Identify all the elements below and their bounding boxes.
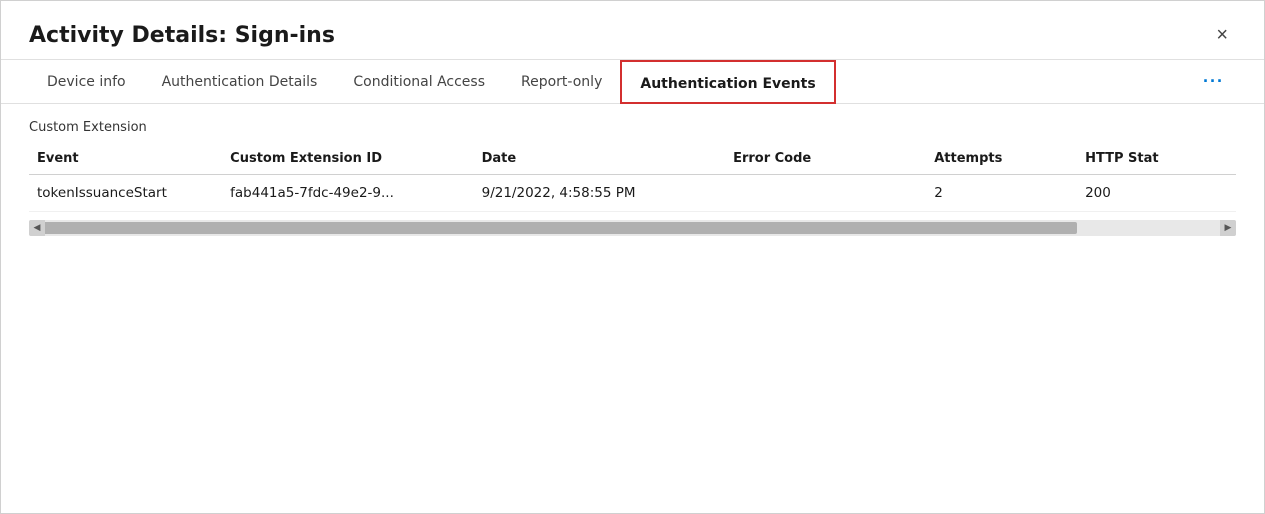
- cell-error-code: [733, 175, 934, 212]
- col-header-error-code: Error Code: [733, 145, 934, 175]
- col-header-event: Event: [29, 145, 230, 175]
- tab-content: Custom Extension Event Custom Extension …: [1, 104, 1264, 513]
- tabs-bar: Device info Authentication Details Condi…: [1, 60, 1264, 104]
- scroll-right-arrow[interactable]: ▶: [1220, 220, 1236, 236]
- cell-attempts: 2: [934, 175, 1085, 212]
- dialog-header: Activity Details: Sign-ins ×: [1, 1, 1264, 60]
- col-header-attempts: Attempts: [934, 145, 1085, 175]
- tab-report-only[interactable]: Report-only: [503, 60, 620, 104]
- scrollbar-track[interactable]: ◀ ▶: [29, 220, 1236, 236]
- scroll-left-arrow[interactable]: ◀: [29, 220, 45, 236]
- tab-conditional-access[interactable]: Conditional Access: [335, 60, 503, 104]
- cell-ext-id: fab441a5-7fdc-49e2-9...: [230, 175, 481, 212]
- tab-auth-events[interactable]: Authentication Events: [620, 60, 835, 104]
- col-header-date: Date: [482, 145, 733, 175]
- cell-event: tokenIssuanceStart: [29, 175, 230, 212]
- horizontal-scrollbar[interactable]: ◀ ▶: [29, 220, 1236, 236]
- activity-details-dialog: Activity Details: Sign-ins × Device info…: [0, 0, 1265, 514]
- events-table: Event Custom Extension ID Date Error Cod…: [29, 145, 1236, 212]
- cell-http-stat: 200: [1085, 175, 1236, 212]
- tab-auth-details[interactable]: Authentication Details: [144, 60, 336, 104]
- col-header-http-stat: HTTP Stat: [1085, 145, 1236, 175]
- col-header-ext-id: Custom Extension ID: [230, 145, 481, 175]
- dialog-title: Activity Details: Sign-ins: [29, 23, 335, 48]
- more-options-button[interactable]: ···: [1191, 61, 1236, 102]
- table-header-row: Event Custom Extension ID Date Error Cod…: [29, 145, 1236, 175]
- close-button[interactable]: ×: [1208, 21, 1236, 49]
- scrollbar-thumb[interactable]: [37, 222, 1077, 234]
- section-label: Custom Extension: [29, 120, 1236, 135]
- tab-device-info[interactable]: Device info: [29, 60, 144, 104]
- table-row[interactable]: tokenIssuanceStart fab441a5-7fdc-49e2-9.…: [29, 175, 1236, 212]
- cell-date: 9/21/2022, 4:58:55 PM: [482, 175, 733, 212]
